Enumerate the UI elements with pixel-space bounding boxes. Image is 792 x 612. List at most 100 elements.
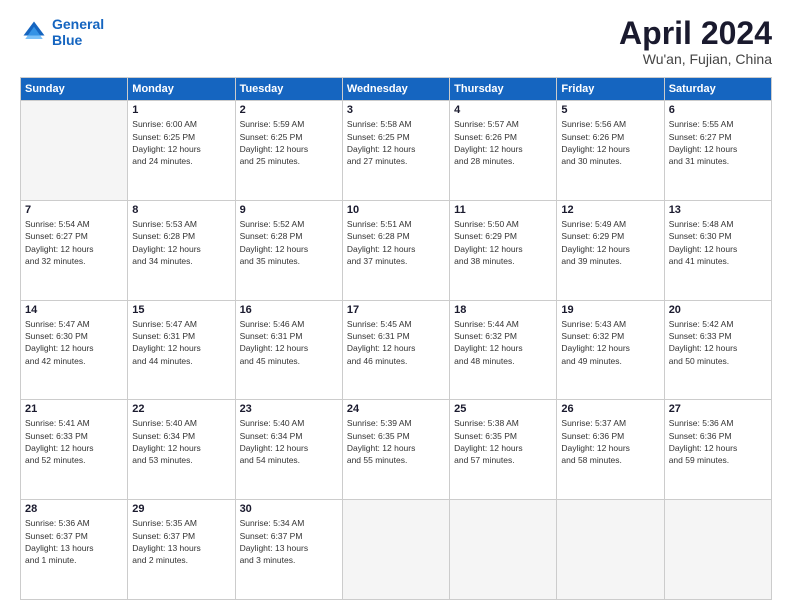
calendar-cell: 16 Sunrise: 5:46 AM Sunset: 6:31 PM Dayli…	[235, 300, 342, 400]
calendar-cell: 9 Sunrise: 5:52 AM Sunset: 6:28 PM Daylig…	[235, 200, 342, 300]
day-info: Sunrise: 5:55 AM Sunset: 6:27 PM Dayligh…	[669, 118, 767, 167]
day-number: 11	[454, 204, 552, 216]
day-info: Sunrise: 5:48 AM Sunset: 6:30 PM Dayligh…	[669, 218, 767, 267]
header: General Blue April 2024 Wu'an, Fujian, C…	[20, 16, 772, 67]
calendar-cell: 19 Sunrise: 5:43 AM Sunset: 6:32 PM Dayli…	[557, 300, 664, 400]
day-info: Sunrise: 5:42 AM Sunset: 6:33 PM Dayligh…	[669, 318, 767, 367]
calendar-cell: 14 Sunrise: 5:47 AM Sunset: 6:30 PM Dayli…	[21, 300, 128, 400]
day-number: 15	[132, 304, 230, 316]
week-row-4: 21Sunrise: 5:41 AM Sunset: 6:33 PM Dayli…	[21, 400, 772, 500]
calendar-cell: 22Sunrise: 5:40 AM Sunset: 6:34 PM Dayli…	[128, 400, 235, 500]
day-info: Sunrise: 5:53 AM Sunset: 6:28 PM Dayligh…	[132, 218, 230, 267]
day-number: 16	[240, 304, 338, 316]
calendar-cell: 20Sunrise: 5:42 AM Sunset: 6:33 PM Dayli…	[664, 300, 771, 400]
logo-blue: Blue	[52, 32, 82, 48]
week-row-2: 7 Sunrise: 5:54 AM Sunset: 6:27 PM Daylig…	[21, 200, 772, 300]
column-header-thursday: Thursday	[450, 78, 557, 101]
day-info: Sunrise: 5:35 AM Sunset: 6:37 PM Dayligh…	[132, 517, 230, 566]
day-number: 9	[240, 204, 338, 216]
day-number: 12	[561, 204, 659, 216]
day-info: Sunrise: 5:40 AM Sunset: 6:34 PM Dayligh…	[132, 417, 230, 466]
calendar-cell: 30Sunrise: 5:34 AM Sunset: 6:37 PM Dayli…	[235, 500, 342, 600]
day-number: 25	[454, 403, 552, 415]
day-number: 18	[454, 304, 552, 316]
page: General Blue April 2024 Wu'an, Fujian, C…	[0, 0, 792, 612]
calendar-cell	[557, 500, 664, 600]
column-header-friday: Friday	[557, 78, 664, 101]
day-number: 13	[669, 204, 767, 216]
day-number: 17	[347, 304, 445, 316]
calendar-cell: 17Sunrise: 5:45 AM Sunset: 6:31 PM Dayli…	[342, 300, 449, 400]
day-info: Sunrise: 5:34 AM Sunset: 6:37 PM Dayligh…	[240, 517, 338, 566]
calendar-cell: 28 Sunrise: 5:36 AM Sunset: 6:37 PM Dayli…	[21, 500, 128, 600]
day-info: Sunrise: 5:44 AM Sunset: 6:32 PM Dayligh…	[454, 318, 552, 367]
column-header-saturday: Saturday	[664, 78, 771, 101]
day-number: 19	[561, 304, 659, 316]
calendar-cell: 18 Sunrise: 5:44 AM Sunset: 6:32 PM Dayli…	[450, 300, 557, 400]
calendar-cell: 3Sunrise: 5:58 AM Sunset: 6:25 PM Daylig…	[342, 101, 449, 201]
day-info: Sunrise: 6:00 AM Sunset: 6:25 PM Dayligh…	[132, 118, 230, 167]
day-info: Sunrise: 5:47 AM Sunset: 6:31 PM Dayligh…	[132, 318, 230, 367]
day-info: Sunrise: 5:36 AM Sunset: 6:36 PM Dayligh…	[669, 417, 767, 466]
day-info: Sunrise: 5:40 AM Sunset: 6:34 PM Dayligh…	[240, 417, 338, 466]
day-info: Sunrise: 5:59 AM Sunset: 6:25 PM Dayligh…	[240, 118, 338, 167]
day-number: 29	[132, 503, 230, 515]
calendar-cell: 25 Sunrise: 5:38 AM Sunset: 6:35 PM Dayli…	[450, 400, 557, 500]
week-row-3: 14 Sunrise: 5:47 AM Sunset: 6:30 PM Dayli…	[21, 300, 772, 400]
logo: General Blue	[20, 16, 104, 48]
day-info: Sunrise: 5:39 AM Sunset: 6:35 PM Dayligh…	[347, 417, 445, 466]
day-info: Sunrise: 5:37 AM Sunset: 6:36 PM Dayligh…	[561, 417, 659, 466]
day-info: Sunrise: 5:36 AM Sunset: 6:37 PM Dayligh…	[25, 517, 123, 566]
day-info: Sunrise: 5:47 AM Sunset: 6:30 PM Dayligh…	[25, 318, 123, 367]
day-info: Sunrise: 5:43 AM Sunset: 6:32 PM Dayligh…	[561, 318, 659, 367]
day-number: 1	[132, 104, 230, 116]
calendar-cell: 10Sunrise: 5:51 AM Sunset: 6:28 PM Dayli…	[342, 200, 449, 300]
calendar-cell: 7 Sunrise: 5:54 AM Sunset: 6:27 PM Daylig…	[21, 200, 128, 300]
calendar-cell: 6 Sunrise: 5:55 AM Sunset: 6:27 PM Daylig…	[664, 101, 771, 201]
calendar-cell: 4Sunrise: 5:57 AM Sunset: 6:26 PM Daylig…	[450, 101, 557, 201]
day-number: 6	[669, 104, 767, 116]
calendar-cell: 11 Sunrise: 5:50 AM Sunset: 6:29 PM Dayli…	[450, 200, 557, 300]
day-number: 24	[347, 403, 445, 415]
day-number: 28	[25, 503, 123, 515]
day-number: 4	[454, 104, 552, 116]
calendar-cell: 8Sunrise: 5:53 AM Sunset: 6:28 PM Daylig…	[128, 200, 235, 300]
day-info: Sunrise: 5:50 AM Sunset: 6:29 PM Dayligh…	[454, 218, 552, 267]
column-header-monday: Monday	[128, 78, 235, 101]
week-row-1: 1 Sunrise: 6:00 AM Sunset: 6:25 PM Daylig…	[21, 101, 772, 201]
calendar-table: SundayMondayTuesdayWednesdayThursdayFrid…	[20, 77, 772, 600]
calendar-cell: 5 Sunrise: 5:56 AM Sunset: 6:26 PM Daylig…	[557, 101, 664, 201]
day-number: 27	[669, 403, 767, 415]
day-number: 2	[240, 104, 338, 116]
title-block: April 2024 Wu'an, Fujian, China	[619, 16, 772, 67]
logo-general: General	[52, 16, 104, 32]
day-info: Sunrise: 5:41 AM Sunset: 6:33 PM Dayligh…	[25, 417, 123, 466]
calendar-title: April 2024	[619, 16, 772, 51]
day-info: Sunrise: 5:46 AM Sunset: 6:31 PM Dayligh…	[240, 318, 338, 367]
calendar-cell: 12 Sunrise: 5:49 AM Sunset: 6:29 PM Dayli…	[557, 200, 664, 300]
calendar-cell: 27 Sunrise: 5:36 AM Sunset: 6:36 PM Dayli…	[664, 400, 771, 500]
day-number: 7	[25, 204, 123, 216]
day-info: Sunrise: 5:56 AM Sunset: 6:26 PM Dayligh…	[561, 118, 659, 167]
day-number: 26	[561, 403, 659, 415]
calendar-cell	[342, 500, 449, 600]
day-info: Sunrise: 5:49 AM Sunset: 6:29 PM Dayligh…	[561, 218, 659, 267]
calendar-cell	[664, 500, 771, 600]
logo-text: General Blue	[52, 16, 104, 48]
day-info: Sunrise: 5:52 AM Sunset: 6:28 PM Dayligh…	[240, 218, 338, 267]
calendar-cell: 2 Sunrise: 5:59 AM Sunset: 6:25 PM Daylig…	[235, 101, 342, 201]
day-number: 14	[25, 304, 123, 316]
calendar-cell: 29 Sunrise: 5:35 AM Sunset: 6:37 PM Dayli…	[128, 500, 235, 600]
calendar-cell: 1 Sunrise: 6:00 AM Sunset: 6:25 PM Daylig…	[128, 101, 235, 201]
calendar-cell: 24 Sunrise: 5:39 AM Sunset: 6:35 PM Dayli…	[342, 400, 449, 500]
calendar-cell: 13 Sunrise: 5:48 AM Sunset: 6:30 PM Dayli…	[664, 200, 771, 300]
day-info: Sunrise: 5:54 AM Sunset: 6:27 PM Dayligh…	[25, 218, 123, 267]
day-number: 5	[561, 104, 659, 116]
calendar-cell	[21, 101, 128, 201]
column-header-sunday: Sunday	[21, 78, 128, 101]
calendar-cell: 23Sunrise: 5:40 AM Sunset: 6:34 PM Dayli…	[235, 400, 342, 500]
calendar-cell: 21Sunrise: 5:41 AM Sunset: 6:33 PM Dayli…	[21, 400, 128, 500]
logo-icon	[20, 18, 48, 46]
calendar-header-row: SundayMondayTuesdayWednesdayThursdayFrid…	[21, 78, 772, 101]
day-info: Sunrise: 5:38 AM Sunset: 6:35 PM Dayligh…	[454, 417, 552, 466]
